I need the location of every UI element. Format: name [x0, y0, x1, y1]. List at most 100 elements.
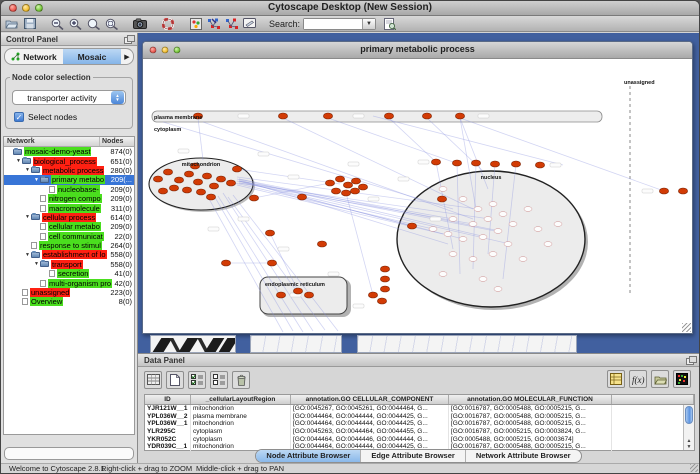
tree-item[interactable]: multi-organism pro42(0) [4, 278, 134, 287]
graph-node[interactable] [325, 180, 334, 186]
graph-node[interactable] [206, 194, 215, 200]
column-header[interactable]: annotation.GO MOLECULAR_FUNCTION [449, 395, 612, 404]
graph-node[interactable] [554, 222, 562, 227]
table-scrollbar[interactable]: ▲▼ [683, 405, 694, 450]
tab-network-attribute-browser[interactable]: Network Attribute Browser [465, 450, 581, 462]
tree-item[interactable]: ▼metabolic process280(0) [4, 166, 134, 175]
tree-item[interactable]: ▼cellular process614(0) [4, 213, 134, 222]
graph-node[interactable] [226, 180, 235, 186]
attribute-grid-icon[interactable] [144, 371, 162, 389]
graph-node[interactable] [544, 242, 552, 247]
graph-node[interactable] [293, 288, 302, 294]
graph-node[interactable] [407, 223, 416, 229]
tree-item[interactable]: ▼biological_process651(0) [4, 156, 134, 165]
tree-item[interactable]: ▼primary metabo209(... [4, 175, 134, 184]
snapshot-icon[interactable] [132, 17, 147, 31]
graph-node[interactable] [504, 242, 512, 247]
formula-icon[interactable]: f(x) [629, 370, 647, 388]
float-panel-icon[interactable] [124, 35, 133, 43]
graph-node[interactable] [216, 176, 225, 182]
search-dropdown-arrow-icon[interactable]: ▼ [362, 19, 375, 29]
graph-node[interactable] [455, 113, 464, 119]
graph-node[interactable] [659, 188, 668, 194]
table-row[interactable]: YLR295Ccytoplasm[GO:0045263, GO:0044464,… [145, 428, 694, 436]
tree-item[interactable]: secretion41(0) [4, 269, 134, 278]
tree-item[interactable]: cellular metabo209(0) [4, 222, 134, 231]
graph-node[interactable] [469, 257, 477, 262]
graph-node[interactable] [278, 113, 287, 119]
zoom-selected-icon[interactable] [86, 17, 101, 31]
graph-node[interactable] [474, 207, 482, 212]
graph-node[interactable] [358, 184, 367, 190]
graph-node[interactable] [380, 286, 389, 292]
graph-node[interactable] [484, 217, 492, 222]
graph-node[interactable] [174, 177, 183, 183]
graph-node[interactable] [163, 169, 172, 175]
graph-node[interactable] [494, 229, 502, 234]
graph-node[interactable] [249, 195, 258, 201]
graph-node[interactable] [377, 298, 386, 304]
graph-node[interactable] [678, 188, 687, 194]
column-header[interactable]: _cellularLayoutRegion [191, 395, 291, 404]
graph-node[interactable] [444, 232, 452, 237]
graph-node[interactable] [489, 252, 497, 257]
tree-item[interactable]: response to stimul264(0) [4, 241, 134, 250]
graph-node[interactable] [459, 197, 467, 202]
attribute-batch-icon[interactable] [607, 370, 625, 388]
graph-node[interactable] [232, 166, 241, 172]
graph-node[interactable] [429, 227, 437, 232]
search-input[interactable] [304, 19, 362, 29]
zoom-in-icon[interactable] [68, 17, 83, 31]
table-row[interactable]: YPL036W__1mitochondrion[GO:0044464, GO:0… [145, 420, 694, 428]
graph-node[interactable] [534, 227, 542, 232]
graph-node[interactable] [267, 260, 276, 266]
tree-item[interactable]: cell communicat22(0) [4, 232, 134, 241]
tree-item[interactable]: ▼establishment of lo558(0) [4, 250, 134, 259]
save-icon[interactable] [22, 17, 37, 31]
tree-item[interactable]: ▼transport558(0) [4, 260, 134, 269]
table-row[interactable]: YPL036W__2plasma membrane[GO:0044464, GO… [145, 413, 694, 421]
network-resize-grip[interactable] [682, 323, 691, 332]
delete-attribute-icon[interactable] [232, 371, 250, 389]
new-attribute-icon[interactable] [166, 371, 184, 389]
zoom-out-icon[interactable] [50, 17, 65, 31]
graph-node[interactable] [490, 161, 499, 167]
graph-node[interactable] [524, 207, 532, 212]
graph-node[interactable] [489, 202, 497, 207]
graph-node[interactable] [469, 222, 477, 227]
graph-node[interactable] [184, 171, 193, 177]
graph-node[interactable] [182, 187, 191, 193]
column-header[interactable]: annotation.GO CELLULAR_COMPONENT [291, 395, 449, 404]
graph-node[interactable] [449, 252, 457, 257]
network-canvas[interactable]: plasma membranecytoplasmmitochondrionnuc… [143, 59, 692, 333]
graph-node[interactable] [317, 241, 326, 247]
graph-node[interactable] [265, 230, 274, 236]
tree-item[interactable]: nitrogen compo209(0) [4, 194, 134, 203]
graph-node[interactable] [158, 188, 167, 194]
graph-node[interactable] [494, 287, 502, 292]
tab-edge-attribute-browser[interactable]: Edge Attribute Browser [360, 450, 464, 462]
vizmapper-icon[interactable] [188, 17, 203, 31]
tab-network[interactable]: Network [5, 49, 63, 64]
graph-node[interactable] [341, 190, 350, 196]
graph-node[interactable] [437, 196, 446, 202]
network-overlay-icon[interactable] [206, 17, 221, 31]
tree-header-network[interactable]: Network [4, 137, 100, 146]
search-options-icon[interactable] [382, 17, 397, 31]
matrix-icon[interactable] [673, 370, 691, 388]
tree-item[interactable]: macromolecule311(0) [4, 203, 134, 212]
scrollbar-thumb[interactable] [685, 406, 693, 424]
graph-node[interactable] [350, 188, 359, 194]
tab-overflow-icon[interactable]: ▶ [121, 53, 133, 61]
select-attributes-icon[interactable] [188, 371, 206, 389]
tree-item[interactable]: nucleobase-209(0) [4, 185, 134, 194]
graph-node[interactable] [479, 277, 487, 282]
graph-node[interactable] [331, 188, 340, 194]
graph-node[interactable] [193, 179, 202, 185]
tree-item[interactable]: Overview8(0) [4, 297, 134, 306]
graph-node[interactable] [452, 160, 461, 166]
graph-node[interactable] [297, 194, 306, 200]
graph-node[interactable] [422, 113, 431, 119]
graph-node[interactable] [511, 161, 520, 167]
network-view-icon[interactable] [224, 17, 239, 31]
